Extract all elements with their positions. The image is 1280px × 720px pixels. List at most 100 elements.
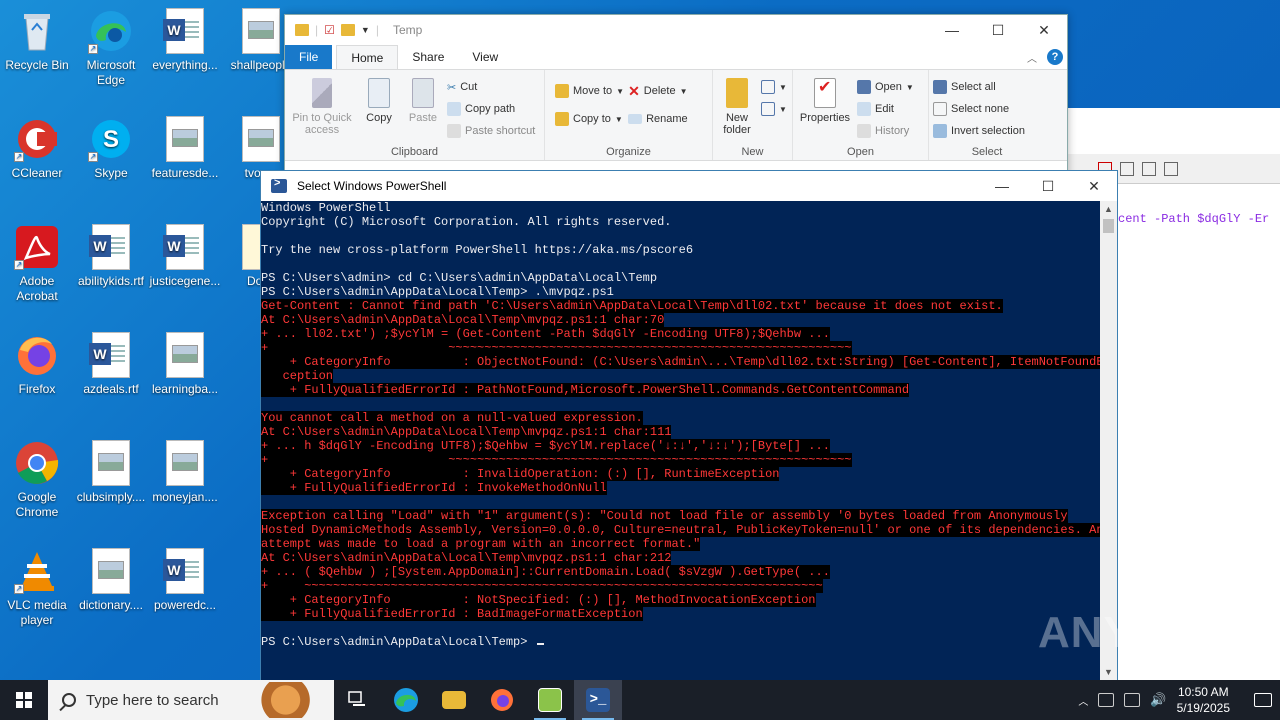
minimize-button[interactable]: — bbox=[979, 171, 1025, 201]
maximize-button[interactable]: ☐ bbox=[1025, 171, 1071, 201]
properties-check-icon[interactable]: ☑ bbox=[324, 23, 335, 37]
qa-dropdown-icon[interactable]: ▼ bbox=[361, 25, 370, 35]
quick-access-toolbar: | ☑ ▼ | bbox=[295, 23, 379, 37]
notification-icon[interactable] bbox=[1254, 693, 1272, 707]
console-area[interactable]: Windows PowerShell Copyright (C) Microsof… bbox=[261, 201, 1117, 681]
copy-to-button[interactable]: Copy to ▼ bbox=[555, 110, 624, 128]
network-drive-icon[interactable] bbox=[1098, 693, 1115, 707]
move-to-button[interactable]: Move to ▼ bbox=[555, 82, 624, 100]
desktop-icon-label: justicegene... bbox=[149, 274, 221, 288]
open-button[interactable]: Open ▼ bbox=[857, 78, 914, 96]
desktop-icon-featuresde[interactable]: featuresde... bbox=[148, 116, 222, 181]
scroll-up-icon[interactable]: ▲ bbox=[1100, 201, 1117, 218]
taskbar-notepad-plus[interactable] bbox=[526, 680, 574, 720]
ccleaner-icon: ↗ bbox=[14, 116, 60, 162]
step-icon[interactable] bbox=[1142, 162, 1156, 176]
powershell-window[interactable]: Select Windows PowerShell — ☐ ✕ Windows … bbox=[260, 170, 1118, 682]
new-folder-icon[interactable] bbox=[340, 24, 355, 36]
desktop-icon-skype[interactable]: S ↗ Skype bbox=[74, 116, 148, 181]
text-cursor bbox=[536, 643, 544, 645]
open-icon bbox=[857, 80, 871, 94]
new-item-button[interactable]: ▼ bbox=[761, 78, 787, 96]
console-error-line: + FullyQualifiedErrorId : PathNotFound,M… bbox=[261, 383, 910, 397]
volume-icon[interactable]: 🔊 bbox=[1150, 692, 1166, 708]
invert-selection-button[interactable]: Invert selection bbox=[933, 122, 1025, 140]
rename-button[interactable]: Rename bbox=[628, 110, 688, 128]
easy-access-button[interactable]: ▼ bbox=[761, 100, 787, 118]
copy-path-button[interactable]: Copy path bbox=[447, 100, 535, 118]
network-icon[interactable] bbox=[1124, 693, 1141, 707]
taskbar-powershell[interactable]: >_ bbox=[574, 680, 622, 720]
console-line: PS C:\Users\admin\AppData\Local\Temp> bbox=[261, 635, 1101, 649]
folder-icon bbox=[295, 24, 309, 36]
desktop-icon-adobe-acrobat[interactable]: ↗ Adobe Acrobat bbox=[0, 224, 74, 304]
select-none-button[interactable]: Select none bbox=[933, 100, 1025, 118]
group-label: Select bbox=[971, 146, 1003, 158]
desktop-icon-vlc[interactable]: ↗ VLC media player bbox=[0, 548, 74, 628]
select-all-icon bbox=[933, 80, 947, 94]
ribbon-tabs: File Home Share View ︿ ? bbox=[285, 45, 1067, 69]
maximize-button[interactable]: ☐ bbox=[975, 15, 1021, 45]
tab-share[interactable]: Share bbox=[398, 45, 458, 69]
console-error-line: + ... ( $Qehbw ) ;[System.AppDomain]::Cu… bbox=[261, 565, 830, 579]
desktop-icon-dictionary[interactable]: dictionary.... bbox=[74, 548, 148, 613]
desktop-icon-label: featuresde... bbox=[151, 166, 219, 180]
explorer-title: Temp bbox=[392, 23, 423, 37]
select-group: Select all Select none Invert selection … bbox=[929, 70, 1045, 160]
tab-file[interactable]: File bbox=[285, 45, 333, 69]
taskbar-firefox[interactable] bbox=[478, 680, 526, 720]
desktop-icon-poweredc[interactable]: W poweredc... bbox=[148, 548, 222, 613]
delete-button[interactable]: ✕ Delete ▼ bbox=[628, 82, 688, 100]
console-line: PS C:\Users\admin\AppData\Local\Temp> .\… bbox=[261, 285, 614, 299]
explorer-title-bar: | ☑ ▼ | Temp — ☐ ✕ bbox=[285, 15, 1067, 45]
scroll-thumb[interactable] bbox=[1103, 219, 1114, 233]
console-error-line: Exception calling "Load" with "1" argume… bbox=[261, 509, 1068, 523]
stop-icon[interactable] bbox=[1120, 162, 1134, 176]
close-button[interactable]: ✕ bbox=[1021, 15, 1067, 45]
desktop-icon-moneyjan[interactable]: moneyjan.... bbox=[148, 440, 222, 505]
close-button[interactable]: ✕ bbox=[1071, 171, 1117, 201]
minimize-button[interactable]: — bbox=[929, 15, 975, 45]
console-error-line: + CategoryInfo : ObjectNotFound: (C:\Use… bbox=[261, 355, 1111, 369]
desktop-icon-recycle-bin[interactable]: Recycle Bin bbox=[0, 8, 74, 73]
cut-button[interactable]: ✂ Cut bbox=[447, 78, 535, 96]
chrome-icon bbox=[14, 440, 60, 486]
step-over-icon[interactable] bbox=[1164, 162, 1178, 176]
tab-view[interactable]: View bbox=[458, 45, 512, 69]
desktop-icon-firefox[interactable]: Firefox bbox=[0, 332, 74, 397]
desktop-icon-azdeals[interactable]: W azdeals.rtf bbox=[74, 332, 148, 397]
desktop-icon-justicegene[interactable]: W justicegene... bbox=[148, 224, 222, 289]
desktop-icon-google-chrome[interactable]: Google Chrome bbox=[0, 440, 74, 520]
group-label: Organize bbox=[606, 146, 651, 158]
help-icon[interactable]: ? bbox=[1047, 49, 1063, 65]
scroll-down-icon[interactable]: ▼ bbox=[1100, 664, 1117, 681]
start-button[interactable] bbox=[0, 680, 48, 720]
task-view-button[interactable] bbox=[334, 680, 382, 720]
clock[interactable]: 10:50 AM 5/19/2025 bbox=[1177, 684, 1230, 716]
editor-code-line: cent -Path $dqGlY -Er bbox=[1118, 212, 1270, 226]
show-hidden-icons-icon[interactable]: ︿ bbox=[1078, 693, 1088, 708]
taskbar-edge[interactable] bbox=[382, 680, 430, 720]
collapse-ribbon-icon[interactable]: ︿ bbox=[1027, 50, 1037, 65]
edit-button[interactable]: Edit bbox=[857, 100, 914, 118]
copy-to-icon bbox=[555, 112, 569, 126]
paste-shortcut-button[interactable]: Paste shortcut bbox=[447, 122, 535, 140]
tab-home[interactable]: Home bbox=[336, 45, 399, 69]
file-explorer-window[interactable]: | ☑ ▼ | Temp — ☐ ✕ File Home Share View … bbox=[284, 14, 1068, 184]
group-label: Open bbox=[847, 146, 874, 158]
rename-icon bbox=[628, 114, 643, 124]
desktop-icon-clubsimply[interactable]: clubsimply.... bbox=[74, 440, 148, 505]
desktop-icon-abilitykids[interactable]: W abilitykids.rtf bbox=[74, 224, 148, 289]
desktop-icon-everything[interactable]: W everything... bbox=[148, 8, 222, 73]
desktop-icon-ccleaner[interactable]: ↗ CCleaner bbox=[0, 116, 74, 181]
history-button[interactable]: History bbox=[857, 122, 914, 140]
taskbar-file-explorer[interactable] bbox=[430, 680, 478, 720]
desktop-icon-learningba[interactable]: learningba... bbox=[148, 332, 222, 397]
console-error-line: ception bbox=[261, 369, 334, 383]
taskbar-search[interactable]: Type here to search bbox=[48, 680, 334, 720]
organize-group: Move to ▼ Copy to ▼ ✕ Delete ▼ Rename Org… bbox=[545, 70, 713, 160]
console-error-line: + ... h $dqGlY -Encoding UTF8);$Qehbw = … bbox=[261, 439, 830, 453]
select-all-button[interactable]: Select all bbox=[933, 78, 1025, 96]
desktop-icon-label: Adobe Acrobat bbox=[16, 274, 58, 303]
desktop-icon-edge[interactable]: ↗ Microsoft Edge bbox=[74, 8, 148, 88]
